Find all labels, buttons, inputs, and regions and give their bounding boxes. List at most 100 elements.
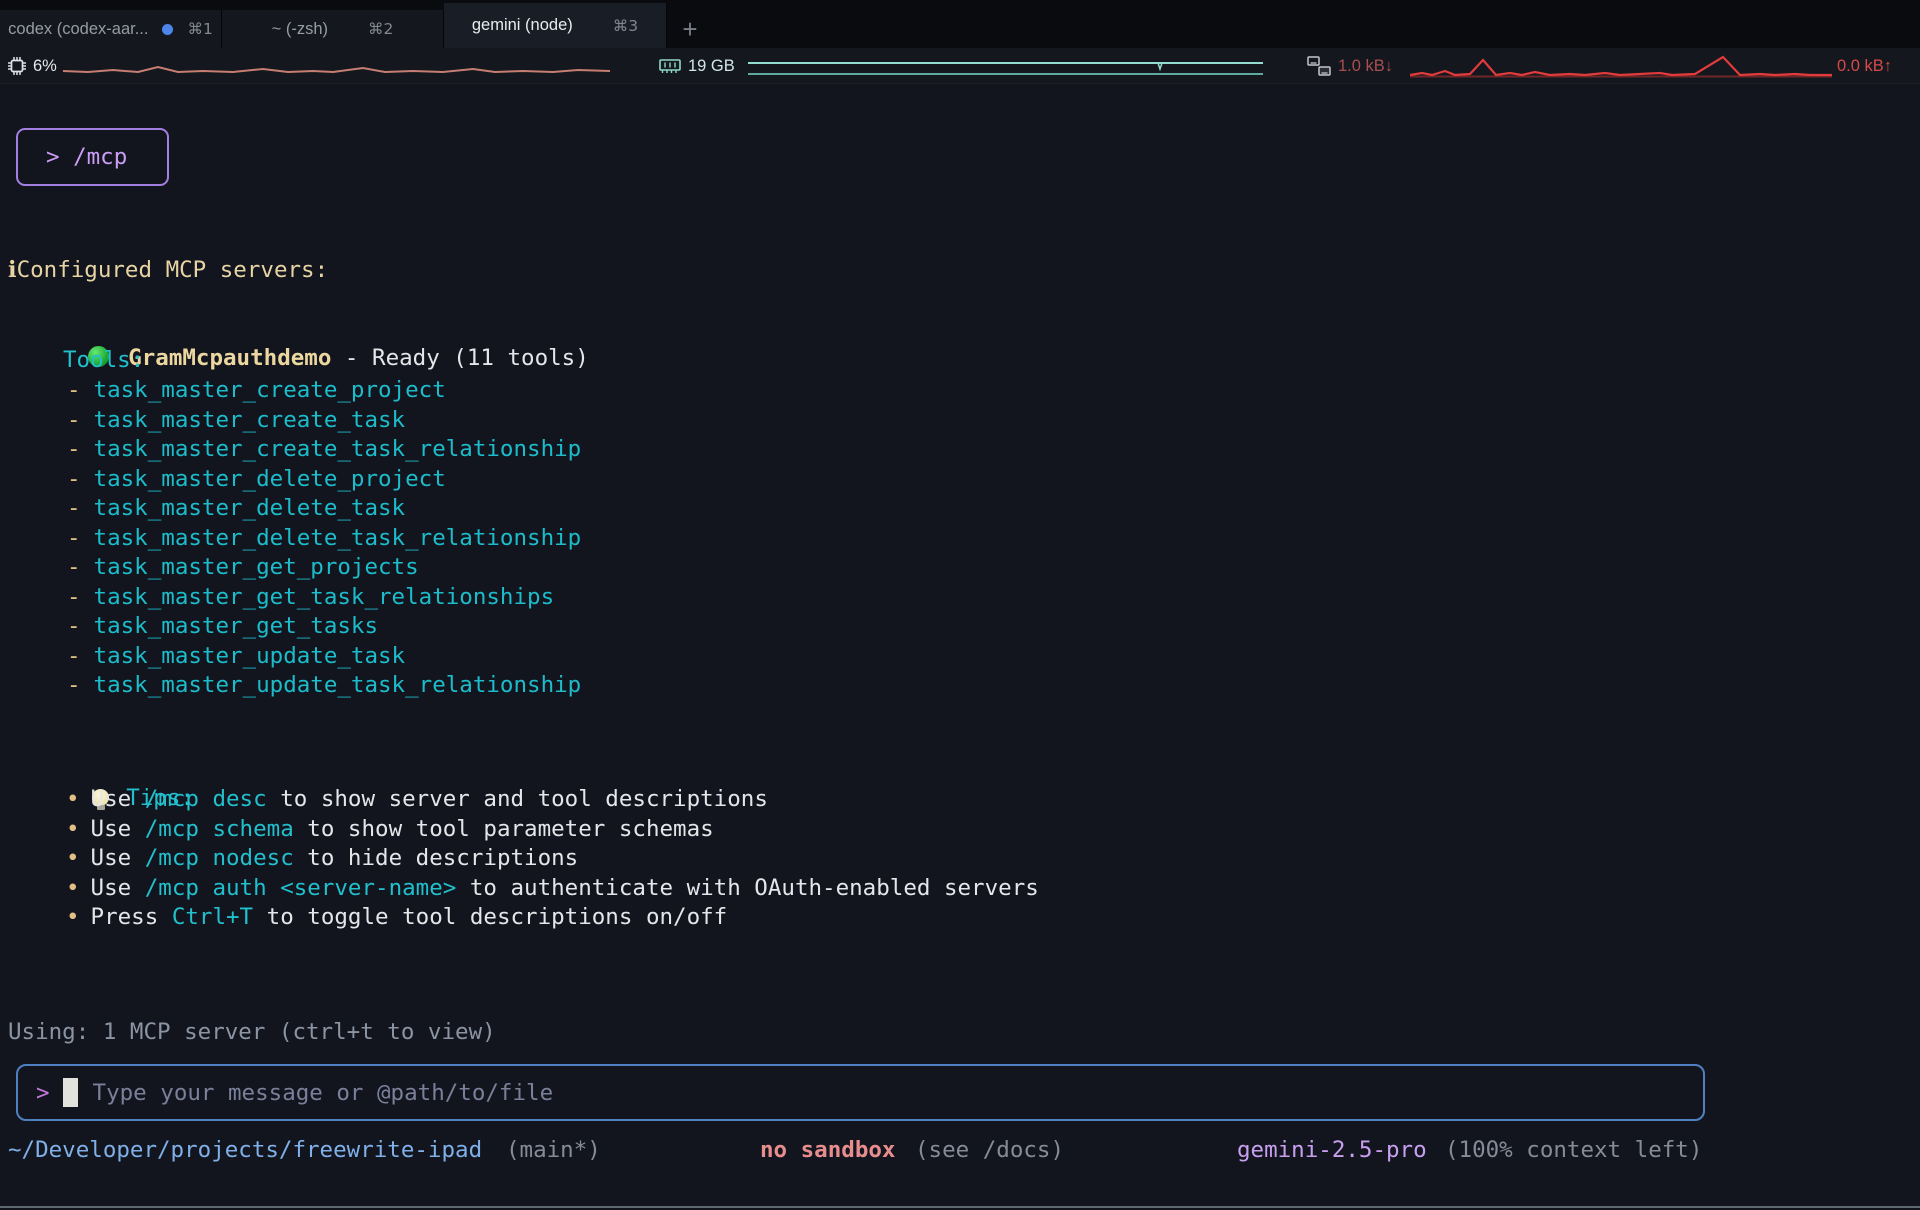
tip-command: /mcp auth <server-name> [145, 875, 457, 901]
tip-suffix: to show server and tool descriptions [267, 786, 768, 812]
bullet: • [66, 904, 80, 930]
mcp-command-text: > /mcp [46, 144, 127, 170]
message-input[interactable]: > Type your message or @path/to/file [16, 1064, 1705, 1121]
info-icon: ℹ [8, 257, 17, 283]
tool-name: task_master_delete_task_relationship [94, 525, 582, 551]
git-branch: (main*) [506, 1136, 601, 1166]
tip-prefix: Use [91, 875, 145, 901]
dash: - [67, 495, 81, 521]
bullet: • [66, 816, 80, 842]
tool-item: -task_master_get_tasks [67, 612, 378, 642]
tab-gemini[interactable]: gemini (node) ⌘3 [444, 3, 667, 48]
network-up-value: 0.0 kB↑ [1837, 57, 1892, 76]
tool-item: -task_master_get_task_relationships [67, 583, 554, 613]
tip-prefix: Use [91, 786, 145, 812]
dash: - [67, 584, 81, 610]
window-bottom-edge [0, 1206, 1920, 1208]
tip-item: • Use /mcp desc to show server and tool d… [66, 785, 768, 815]
tab-gemini-shortcut: ⌘3 [613, 17, 638, 35]
tip-item: • Use /mcp auth <server-name> to authenti… [66, 874, 1039, 904]
tool-name: task_master_get_task_relationships [94, 584, 555, 610]
cpu-value: 6% [33, 57, 57, 76]
dash: - [67, 436, 81, 462]
tab-zsh[interactable]: ~ (-zsh) ⌘2 [222, 10, 444, 48]
input-placeholder: Type your message or @path/to/file [93, 1080, 554, 1106]
tool-name: task_master_update_task_relationship [94, 672, 582, 698]
servers-header-text: Configured MCP servers: [17, 257, 329, 283]
bullet: • [66, 786, 80, 812]
tool-name: task_master_update_task [94, 643, 406, 669]
dash: - [67, 643, 81, 669]
sandbox-note: (see /docs) [915, 1136, 1064, 1166]
tools-label: Tools: [63, 346, 144, 376]
servers-header: ℹConfigured MCP servers: [8, 256, 328, 286]
context-remaining: (100% context left) [1445, 1136, 1702, 1166]
memory-graph [748, 48, 1263, 84]
tip-command: /mcp nodesc [145, 845, 294, 871]
dash: - [67, 407, 81, 433]
network-up: 0.0 kB↑ [1837, 48, 1892, 84]
mcp-command-box: > /mcp [16, 128, 169, 186]
tip-prefix: Press [91, 904, 172, 930]
tool-name: task_master_get_tasks [94, 613, 378, 639]
bullet: • [66, 845, 80, 871]
tab-zsh-shortcut: ⌘2 [368, 20, 393, 38]
tool-item: -task_master_create_task_relationship [67, 435, 581, 465]
memory-indicator: 19 GB [658, 48, 735, 84]
tool-item: -task_master_create_project [67, 376, 446, 406]
dash: - [67, 613, 81, 639]
sandbox-status: no sandbox [760, 1136, 895, 1166]
network-graph [1410, 48, 1832, 84]
tip-command: /mcp desc [145, 786, 267, 812]
tab-codex-label: codex (codex-aar... [8, 20, 148, 39]
model-name: gemini-2.5-pro [1237, 1136, 1427, 1166]
tab-gemini-label: gemini (node) [472, 16, 573, 35]
server-status: - Ready (11 tools) [331, 345, 588, 371]
tip-text: Use /mcp nodesc to hide descriptions [91, 845, 579, 871]
tool-item: -task_master_delete_task [67, 494, 405, 524]
network-icon [1306, 54, 1332, 78]
tip-text: Use /mcp schema to show tool parameter s… [91, 816, 714, 842]
tool-name: task_master_create_task [94, 407, 406, 433]
tab-activity-dot [162, 24, 173, 35]
tool-name: task_master_delete_project [94, 466, 446, 492]
bullet: • [66, 875, 80, 901]
server-row: GramMcpauthdemo - Ready (11 tools) [34, 314, 589, 344]
tip-suffix: to hide descriptions [294, 845, 578, 871]
tool-item: -task_master_delete_project [67, 465, 446, 495]
dash: - [67, 377, 81, 403]
tool-item: -task_master_create_task [67, 406, 405, 436]
network-indicator: 1.0 kB↓ [1306, 48, 1393, 84]
input-prompt: > [36, 1080, 50, 1106]
new-tab-button[interactable]: + [670, 10, 710, 48]
cpu-graph [63, 48, 610, 84]
network-down-value: 1.0 kB↓ [1338, 57, 1393, 76]
text-cursor [63, 1078, 78, 1107]
tip-text: Use /mcp desc to show server and tool de… [91, 786, 768, 812]
terminal-window: codex (codex-aar... ⌘1 ~ (-zsh) ⌘2 gemin… [0, 0, 1920, 1210]
tool-item: -task_master_delete_task_relationship [67, 524, 581, 554]
mcp-usage-status: Using: 1 MCP server (ctrl+t to view) [8, 1018, 496, 1048]
memory-value: 19 GB [688, 57, 735, 76]
tool-item: -task_master_update_task_relationship [67, 671, 581, 701]
dash: - [67, 466, 81, 492]
tips-header: Tips: [38, 754, 194, 784]
tip-command: Ctrl+T [172, 904, 253, 930]
tip-command: /mcp schema [145, 816, 294, 842]
tip-text: Press Ctrl+T to toggle tool descriptions… [91, 904, 728, 930]
tool-name: task_master_delete_task [94, 495, 406, 521]
tab-codex[interactable]: codex (codex-aar... ⌘1 [0, 10, 222, 48]
tool-name: task_master_create_project [94, 377, 446, 403]
dash: - [67, 525, 81, 551]
tool-item: -task_master_update_task [67, 642, 405, 672]
status-bar: 6% 19 GB 1.0 kB↓ [0, 48, 1920, 84]
memory-icon [658, 55, 682, 77]
dash: - [67, 672, 81, 698]
tab-codex-shortcut: ⌘1 [187, 20, 212, 38]
tab-zsh-label: ~ (-zsh) [272, 20, 328, 39]
tip-text: Use /mcp auth <server-name> to authentic… [91, 875, 1039, 901]
tip-suffix: to toggle tool descriptions on/off [253, 904, 727, 930]
tip-item: • Press Ctrl+T to toggle tool description… [66, 903, 727, 933]
dash: - [67, 554, 81, 580]
tip-prefix: Use [91, 816, 145, 842]
